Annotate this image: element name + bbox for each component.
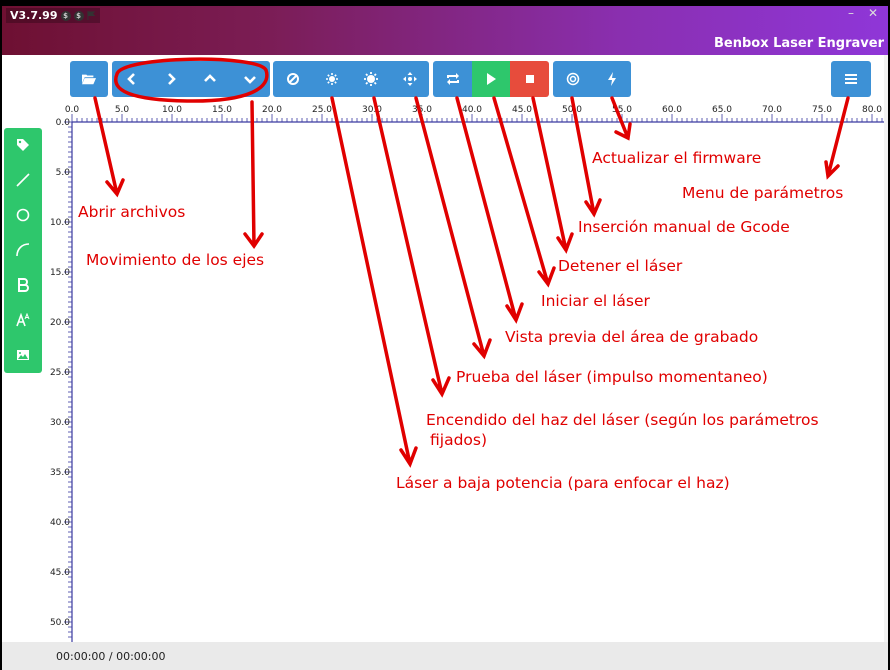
arrow-stop xyxy=(531,96,574,254)
annotation-preview: Vista previa del área de grabado xyxy=(505,328,759,346)
annotation-open: Abrir archivos xyxy=(78,203,186,221)
annotation-beam: Encendido del haz del láser (según los p… xyxy=(426,411,819,429)
axes-ellipse xyxy=(114,57,269,103)
arrow-open xyxy=(93,96,125,198)
annotation-menu: Menu de parámetros xyxy=(682,184,844,202)
annotation-beam-cont: fijados) xyxy=(430,431,488,449)
annotation-firmware: Actualizar el firmware xyxy=(592,149,762,167)
arrow-low xyxy=(330,96,418,468)
arrow-start xyxy=(492,96,556,288)
arrow-firmware xyxy=(610,96,632,141)
annotation-axes: Movimiento de los ejes xyxy=(86,251,265,269)
annotation-gcode: Inserción manual de Gcode xyxy=(578,218,790,236)
arrow-menu xyxy=(824,96,850,180)
annotation-test: Prueba del láser (impulso momentaneo) xyxy=(456,368,768,386)
annotation-start: Iniciar el láser xyxy=(541,292,650,310)
annotation-low-power: Láser a baja potencia (para enfocar el h… xyxy=(396,474,730,492)
app-window: V3.7.99 $ $ – ✕ Benbox Laser Engraver 0.… xyxy=(2,6,888,670)
arrow-axes xyxy=(243,100,264,250)
annotation-stop: Detener el láser xyxy=(558,257,683,275)
arrow-test xyxy=(414,96,492,360)
